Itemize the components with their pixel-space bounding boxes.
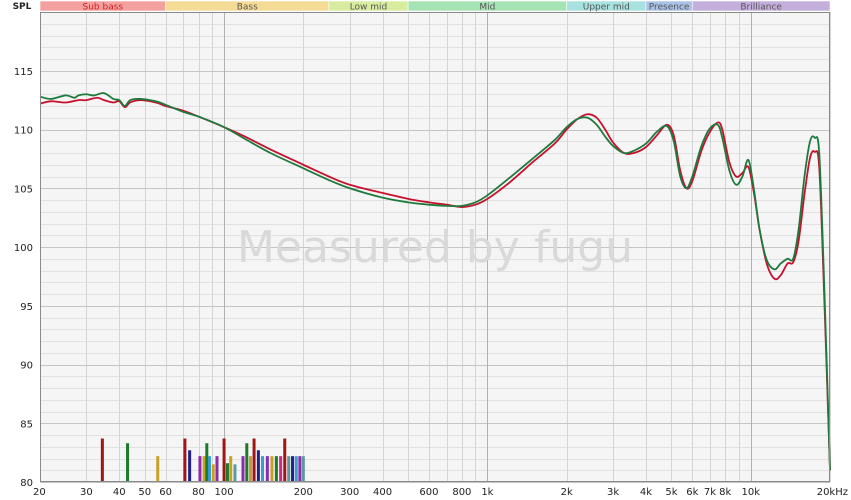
band-label: Bass (237, 3, 258, 13)
x-tick-label: 40 (113, 487, 126, 498)
y-tick-label: 105 (14, 184, 33, 195)
bar-marker (291, 456, 295, 482)
x-tick-label: 80 (192, 487, 205, 498)
x-tick-label: 600 (419, 487, 438, 498)
bar-marker (225, 463, 229, 482)
band-label: Sub bass (83, 3, 124, 13)
band-label: Brilliance (740, 3, 782, 13)
x-tick-label: 3k (607, 487, 619, 498)
bar-marker (222, 438, 226, 482)
bar-marker (188, 450, 192, 482)
bar-marker (279, 456, 283, 482)
bar-marker (198, 456, 202, 482)
y-tick-label: 100 (14, 243, 33, 254)
x-tick-label: 60 (159, 487, 172, 498)
bar-marker (205, 443, 209, 482)
bar-marker (287, 456, 291, 482)
bar-marker (274, 456, 278, 482)
bar-marker (202, 456, 206, 482)
bar-marker (265, 456, 269, 482)
bar-marker (248, 456, 252, 482)
bar-marker (207, 456, 211, 482)
x-tick-label: 400 (373, 487, 392, 498)
band-label: Low mid (350, 3, 388, 13)
bar-marker (256, 450, 260, 482)
x-tick-label: 1k (481, 487, 493, 498)
y-tick-label: 115 (14, 67, 33, 78)
y-tick-label: 90 (20, 361, 33, 372)
x-tick-label: 20 (33, 487, 46, 498)
bar-marker (100, 438, 104, 482)
bar-marker (283, 438, 287, 482)
bar-marker (301, 456, 305, 482)
frequency-response-chart: Sub bass Bass Low mid Mid Upper mid Presence B… (0, 0, 851, 500)
x-tick-label: 6k (686, 487, 698, 498)
bar-marker (211, 464, 215, 482)
bar-marker (156, 456, 160, 482)
y-axis-label: SPL (13, 2, 32, 12)
bar-marker (245, 443, 249, 482)
x-tick-label: 300 (340, 487, 359, 498)
bar-marker (126, 443, 130, 482)
x-tick-label: 50 (138, 487, 151, 498)
bar-marker (241, 456, 245, 482)
bar-marker (215, 456, 219, 482)
x-tick-label: 200 (294, 487, 313, 498)
y-tick-label: 95 (20, 302, 33, 313)
frequency-band-strip: Sub bass Bass Low mid Mid Upper mid Presence B… (39, 0, 831, 13)
band-label: Mid (479, 3, 495, 13)
bar-marker (183, 438, 187, 482)
x-tick-label: 100 (215, 487, 234, 498)
x-tick-label: 2k (561, 487, 573, 498)
x-tick-label: 800 (452, 487, 471, 498)
x-tick-label: 20kHz (817, 487, 848, 498)
x-tick-label: 30 (80, 487, 93, 498)
x-tick-label: 5k (665, 487, 677, 498)
band-label: Upper mid (583, 3, 630, 13)
bar-marker (270, 456, 274, 482)
bar-marker (294, 456, 298, 482)
y-tick-label: 85 (20, 419, 33, 430)
x-tick-label: 8k (719, 487, 731, 498)
bar-marker (261, 456, 265, 482)
bar-marker (229, 456, 233, 482)
bar-marker (252, 438, 256, 482)
x-tick-label: 7k (704, 487, 716, 498)
x-tick-label: 10k (741, 487, 760, 498)
watermark: Measured by fugu (237, 222, 633, 273)
bar-marker (298, 456, 302, 482)
bar-marker (233, 464, 237, 482)
band-label: Presence (649, 3, 690, 13)
y-tick-label: 110 (14, 126, 33, 137)
y-tick-label: 80 (20, 478, 33, 489)
x-tick-label: 4k (640, 487, 652, 498)
